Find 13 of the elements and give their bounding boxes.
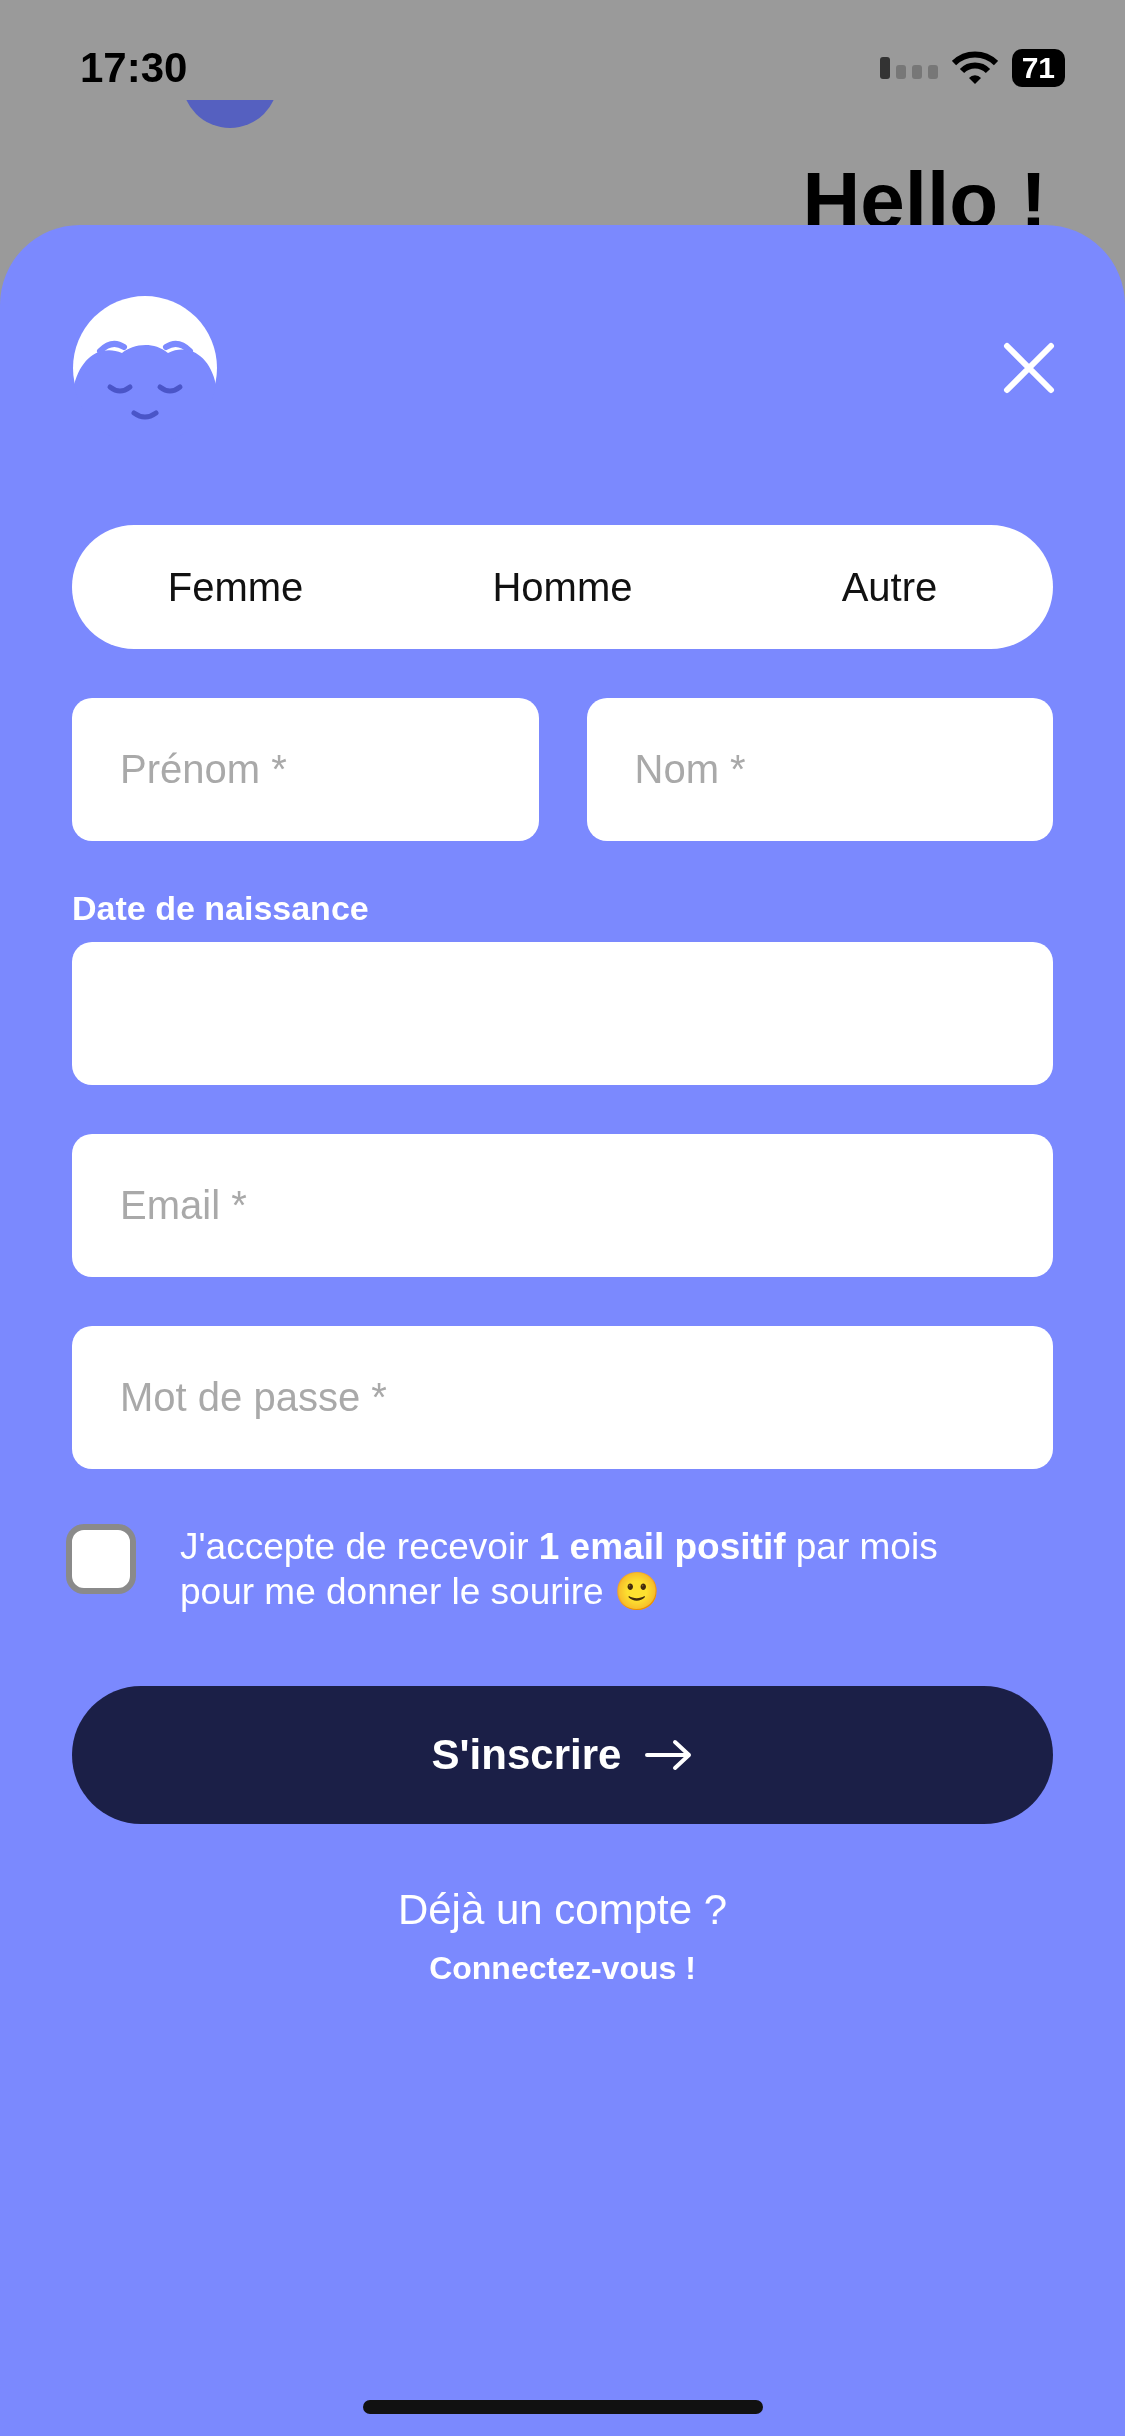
signup-button[interactable]: S'inscrire: [72, 1686, 1053, 1824]
text-field[interactable]: Email *: [72, 1134, 1053, 1277]
field-label: Date de naissance: [72, 889, 370, 928]
gender-option[interactable]: Homme: [399, 525, 726, 649]
text-field[interactable]: Mot de passe *: [72, 1326, 1053, 1469]
text-field[interactable]: Prénom *: [72, 698, 539, 841]
consent-text: J'accepte de recevoir 1 email positif par mois pour me donner le sourire 🙂: [180, 1525, 939, 1614]
login-question: Déjà un compte ?: [396, 1886, 729, 1934]
battery-level: 71: [1011, 49, 1065, 87]
status-time: 17:30: [80, 44, 188, 92]
gender-option[interactable]: Autre: [726, 525, 1053, 649]
text-field[interactable]: Nom *: [586, 698, 1053, 841]
gender-option[interactable]: Femme: [72, 525, 399, 649]
